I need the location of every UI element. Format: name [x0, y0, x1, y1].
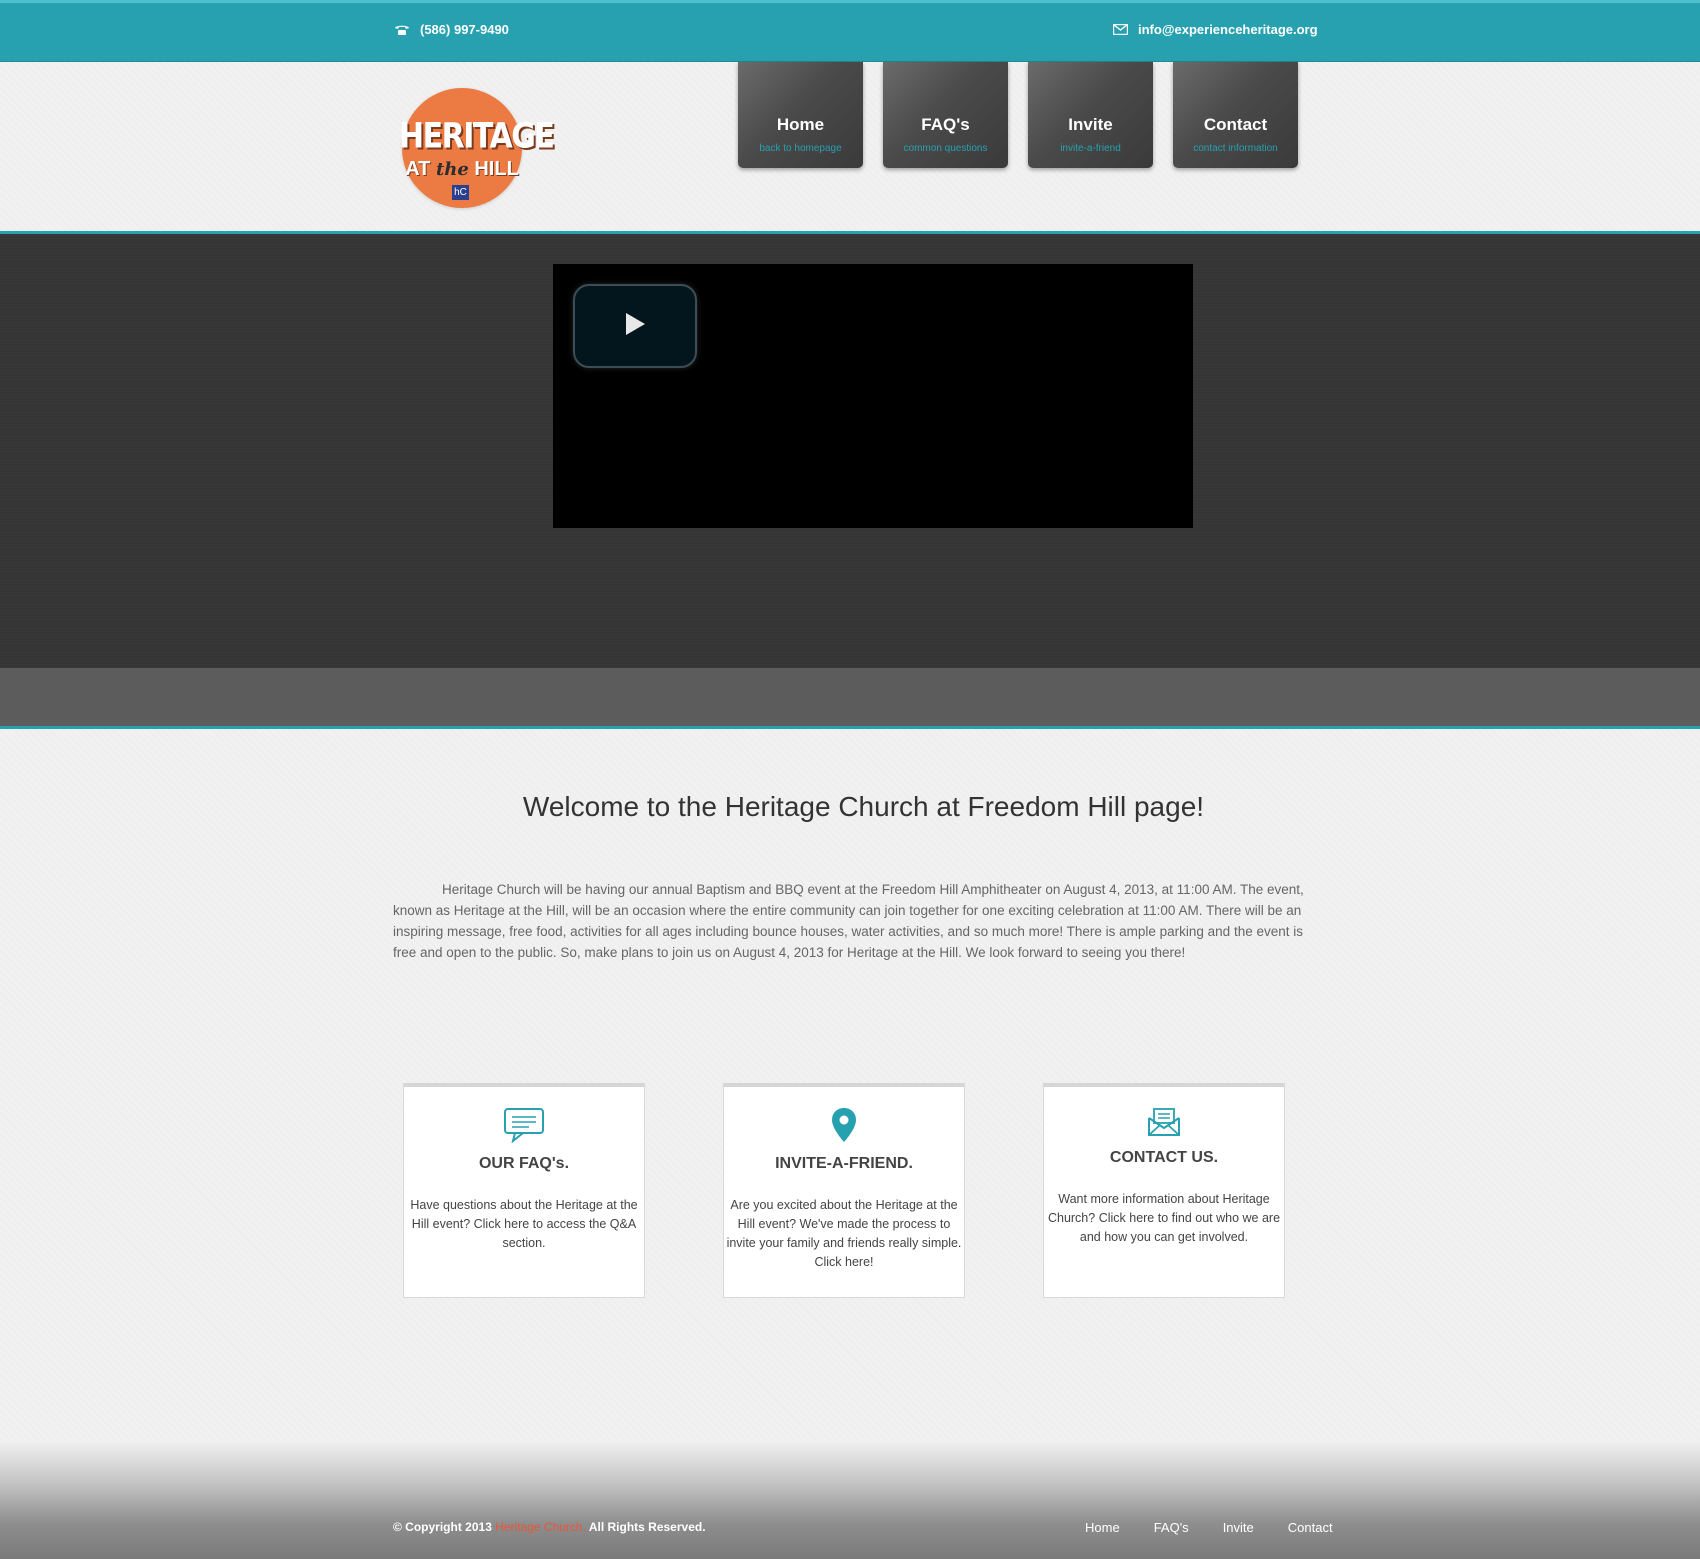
faq-card[interactable]: OUR FAQ's. Have questions about the Heri…	[403, 1083, 645, 1298]
envelope-icon	[1113, 24, 1128, 35]
nav-contact-label: Contact	[1203, 115, 1268, 134]
logo-at-the-hill-text: AT the HILL	[405, 158, 519, 180]
nav-home-label: Home	[776, 115, 825, 134]
site-header: HERITAGE AT the HILL hC Home back to hom…	[0, 62, 1700, 231]
hero-bottom-band	[0, 668, 1700, 726]
invite-card-title: INVITE-A-FRIEND.	[775, 1155, 913, 1172]
nav-home-button[interactable]: Home back to homepage	[738, 62, 863, 168]
contact-card-text: Want more information about Heritage Chu…	[1047, 1192, 1281, 1244]
email-contact[interactable]: info@experienceheritage.org	[1113, 22, 1318, 37]
contact-card-title: CONTACT US.	[1109, 1149, 1219, 1166]
invite-card[interactable]: INVITE-A-FRIEND. Are you excited about t…	[723, 1083, 965, 1298]
intro-paragraph: Heritage Church will be having our annua…	[393, 882, 1304, 960]
contact-card[interactable]: CONTACT US. Want more information about …	[1043, 1083, 1285, 1298]
logo-hc-badge: hC	[452, 185, 469, 200]
footer-link-invite[interactable]: Invite	[1223, 1520, 1254, 1535]
nav-faqs-button[interactable]: FAQ's common questions	[883, 62, 1008, 168]
phone-number: (586) 997-9490	[420, 22, 509, 37]
top-contact-bar: (586) 997-9490 info@experienceheritage.o…	[0, 0, 1700, 62]
nav-invite-subtitle: invite-a-friend	[1060, 143, 1121, 154]
invite-card-text: Are you excited about the Heritage at th…	[726, 1198, 962, 1269]
video-hero	[0, 234, 1700, 668]
email-address: info@experienceheritage.org	[1138, 22, 1318, 37]
heritage-at-the-hill-logo[interactable]: HERITAGE AT the HILL hC	[399, 88, 555, 208]
footer-brand-link[interactable]: Heritage Church.	[495, 1520, 586, 1534]
phone-contact[interactable]: (586) 997-9490	[394, 22, 509, 37]
footer-link-faqs[interactable]: FAQ's	[1154, 1520, 1189, 1535]
video-player[interactable]	[553, 264, 1193, 528]
nav-contact-button[interactable]: Contact contact information	[1173, 62, 1298, 168]
welcome-heading: Welcome to the Heritage Church at Freedo…	[522, 791, 1205, 822]
play-icon	[624, 312, 646, 341]
logo-heritage-text: HERITAGE	[399, 116, 555, 157]
footer-nav: Home FAQ's Invite Contact	[1085, 1520, 1333, 1535]
main-nav: Home back to homepage FAQ's common quest…	[738, 62, 1298, 168]
faq-card-title: OUR FAQ's.	[478, 1155, 570, 1172]
nav-faqs-subtitle: common questions	[903, 143, 988, 154]
site-footer: © Copyright 2013 Heritage Church. All Ri…	[0, 1440, 1700, 1559]
footer-link-home[interactable]: Home	[1085, 1520, 1120, 1535]
hero-bottom-divider	[0, 726, 1700, 729]
phone-icon	[394, 24, 410, 36]
footer-link-contact[interactable]: Contact	[1288, 1520, 1333, 1535]
faq-card-text: Have questions about the Heritage at the…	[410, 1198, 638, 1250]
nav-invite-label: Invite	[1068, 115, 1113, 134]
open-envelope-icon	[1044, 1107, 1284, 1137]
copyright-notice: © Copyright 2013 Heritage Church. All Ri…	[393, 1520, 706, 1534]
map-pin-icon	[724, 1107, 964, 1143]
nav-faqs-label: FAQ's	[921, 115, 970, 134]
nav-contact-subtitle: contact information	[1193, 143, 1278, 154]
play-button[interactable]	[573, 284, 697, 368]
nav-home-subtitle: back to homepage	[759, 143, 842, 154]
nav-invite-button[interactable]: Invite invite-a-friend	[1028, 62, 1153, 168]
chat-bubble-icon	[404, 1107, 644, 1143]
